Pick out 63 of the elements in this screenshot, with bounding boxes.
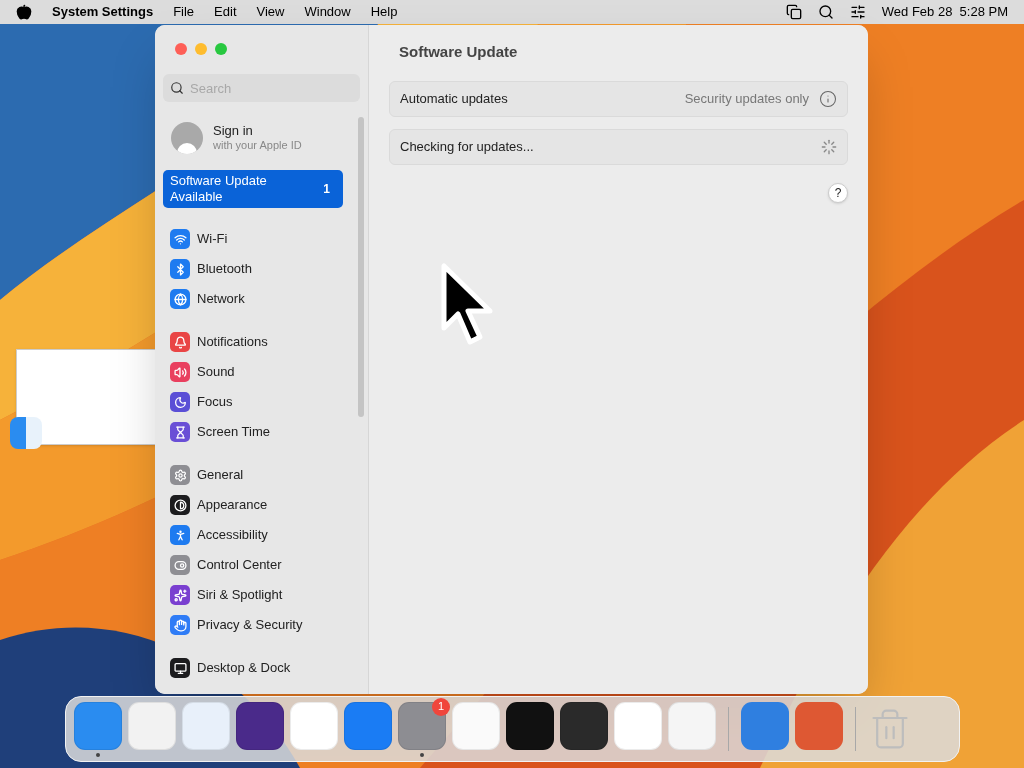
search-icon <box>170 81 184 95</box>
window-thumbnail[interactable] <box>16 349 156 445</box>
sidebar-label: Wi-Fi <box>197 230 228 249</box>
sidebar-label: Bluetooth <box>197 260 252 279</box>
sidebar-label: Screen Time <box>197 423 270 442</box>
avatar-icon <box>171 122 203 154</box>
sidebar-item[interactable]: Notifications <box>163 327 360 357</box>
update-banner[interactable]: Software Update Available 1 <box>163 170 343 208</box>
sidebar-label: Sound <box>197 363 235 382</box>
account-title: Sign in <box>213 123 254 140</box>
row-label: Automatic updates <box>400 89 508 108</box>
menu-item[interactable]: Help <box>370 2 398 22</box>
sidebar-item[interactable]: Control Center <box>163 550 360 580</box>
scrollbar[interactable] <box>358 117 364 417</box>
clock[interactable]: Wed Feb 28 5:28 PM <box>881 2 1008 22</box>
spinner-icon <box>821 138 837 155</box>
search-icon[interactable] <box>817 4 834 20</box>
account-subtitle: with your Apple ID <box>213 139 302 153</box>
row-value: Security updates only <box>684 89 809 108</box>
sidebar-item[interactable]: Accessibility <box>163 520 360 550</box>
windows-icon[interactable] <box>785 4 802 20</box>
app-icon[interactable] <box>236 701 284 750</box>
app-menu[interactable]: System Settings <box>52 2 154 22</box>
sidebar-item[interactable]: Wi-Fi <box>163 224 360 254</box>
minimize-button[interactable] <box>195 43 207 55</box>
sidebar-label: General <box>197 466 244 485</box>
sidebar-label: Siri & Spotlight <box>197 586 283 605</box>
sidebar-label: Notifications <box>197 333 268 352</box>
sidebar-label: Appearance <box>197 496 268 515</box>
sidebar-item[interactable]: Appearance <box>163 490 360 520</box>
menu-item[interactable]: View <box>256 2 285 22</box>
sidebar-label: Privacy & Security <box>197 616 303 635</box>
sidebar-label: Desktop & Dock <box>197 659 291 678</box>
sidebar-item[interactable]: Desktop & Dock <box>163 653 360 683</box>
window-title: Software Update <box>398 42 519 62</box>
help-button[interactable]: ? <box>828 182 848 203</box>
control-center-icon[interactable] <box>849 4 866 20</box>
sidebar-item[interactable]: Focus <box>163 387 360 417</box>
sidebar-label: Control Center <box>197 556 282 575</box>
app-icon[interactable] <box>560 701 608 750</box>
notification-badge: 1 <box>432 697 450 716</box>
sidebar-label: Focus <box>197 393 233 412</box>
menu-item[interactable]: File <box>173 2 195 22</box>
menu-item[interactable]: Window <box>304 2 351 22</box>
sidebar-item[interactable]: Bluetooth <box>163 254 360 284</box>
sidebar-item[interactable]: Siri & Spotlight <box>163 580 360 610</box>
zoom-button[interactable] <box>215 43 227 55</box>
menu-item[interactable]: Edit <box>214 2 237 22</box>
sidebar-item[interactable]: Network <box>163 284 360 314</box>
row-label: Checking for updates... <box>400 137 534 156</box>
update-count: 1 <box>323 181 330 197</box>
sidebar-item[interactable]: Screen Time <box>163 417 360 447</box>
sidebar-item[interactable]: Privacy & Security <box>163 610 360 640</box>
close-button[interactable] <box>175 43 187 55</box>
finder-icon[interactable] <box>10 417 42 449</box>
sidebar-item[interactable]: Sound <box>163 357 360 387</box>
sidebar-label: Network <box>197 290 245 309</box>
account-item[interactable]: Sign in with your Apple ID <box>163 118 360 158</box>
info-icon[interactable] <box>819 89 837 108</box>
sidebar-label: Accessibility <box>197 526 268 545</box>
app-icon[interactable] <box>506 701 554 750</box>
sidebar-item[interactable]: General <box>163 460 360 490</box>
apple-icon[interactable] <box>16 4 32 20</box>
